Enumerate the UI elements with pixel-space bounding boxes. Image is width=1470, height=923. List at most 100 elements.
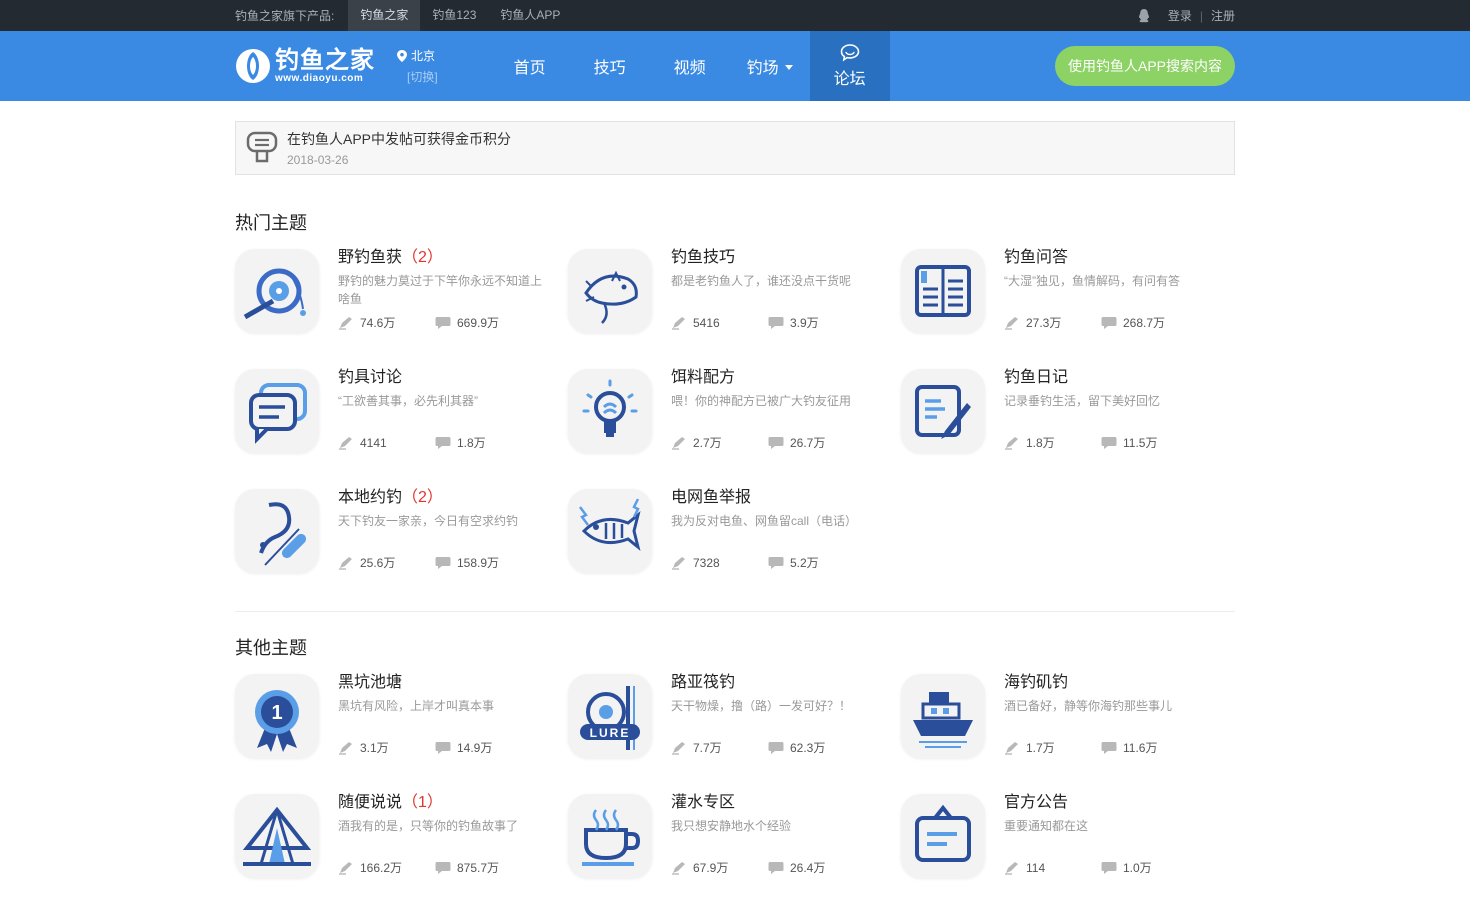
post-count-icon (1005, 861, 1018, 875)
nav-fishing-spots[interactable]: 钓场 (730, 31, 810, 101)
topic-title[interactable]: 黑坑池塘 (338, 674, 548, 692)
lightbulb-topic-icon-tile[interactable] (568, 369, 652, 453)
coffee-cup-topic-icon-tile[interactable] (568, 794, 652, 878)
site-logo[interactable]: 钓鱼之家 www.diaoyu.com (235, 48, 375, 84)
nav-video[interactable]: 视频 (650, 31, 730, 101)
topic-title[interactable]: 灌水专区 (671, 794, 881, 812)
tent-topic-icon-tile[interactable] (235, 794, 319, 878)
nav-fishing-spots-label: 钓场 (746, 60, 779, 77)
topic-title[interactable]: 钓具讨论 (338, 369, 548, 387)
ship-topic-icon-tile[interactable] (901, 674, 985, 758)
topic-title[interactable]: 随便说说（1） (338, 794, 548, 812)
topic-stats: 74.6万 669.9万 (338, 314, 548, 331)
topic-title[interactable]: 电网鱼举报 (671, 489, 881, 507)
post-count-icon (672, 436, 685, 450)
product-link-app[interactable]: 钓鱼人APP (488, 0, 572, 31)
topic-stats: 5416 3.9万 (671, 314, 881, 331)
topic-title[interactable]: 饵料配方 (671, 369, 881, 387)
medal-icon: 1 (255, 690, 299, 752)
nav-tips[interactable]: 技巧 (570, 31, 650, 101)
topic-name: 本地约钓 (338, 489, 403, 506)
topic-post-count: 1.8万 (1026, 436, 1055, 450)
fishing-reel-topic-icon-tile[interactable] (235, 249, 319, 333)
open-book-topic-icon-tile[interactable] (901, 249, 985, 333)
forum-topic-card[interactable]: LURE 路亚筏钓 天干物燥，撸（路）一发可好？！ 7.7万 62.3万 (568, 674, 901, 794)
topic-stats: 67.9万 26.4万 (671, 859, 881, 876)
login-link[interactable]: 登录 (1168, 7, 1192, 24)
app-search-button[interactable]: 使用钓鱼人APP搜索内容 (1054, 46, 1235, 86)
register-link[interactable]: 注册 (1211, 7, 1235, 24)
topic-post-count: 27.3万 (1026, 316, 1062, 330)
topic-reply-count: 3.9万 (790, 316, 819, 330)
topic-reply-count: 1.0万 (1123, 861, 1152, 875)
bass-fish-topic-icon-tile[interactable] (568, 249, 652, 333)
topic-title[interactable]: 官方公告 (1004, 794, 1214, 812)
forum-topic-card[interactable]: 钓鱼日记 记录垂钓生活，留下美好回忆 1.8万 11.5万 (901, 369, 1234, 489)
topic-title[interactable]: 海钓矶钓 (1004, 674, 1214, 692)
hook-float-topic-icon-tile[interactable] (235, 489, 319, 573)
product-link-diaoyu-home[interactable]: 钓鱼之家 (348, 0, 421, 31)
topic-stats: 25.6万 158.9万 (338, 554, 548, 571)
forum-topic-card[interactable]: 钓鱼问答 “大湿”独见，鱼情解码，有问有答 27.3万 268.7万 (901, 249, 1234, 369)
chat-bubbles-topic-icon-tile[interactable] (235, 369, 319, 453)
forum-topic-card[interactable]: 海钓矶钓 酒已备好，静等你海钓那些事儿 1.7万 11.6万 (901, 674, 1234, 794)
topic-description: 重要通知都在这 (1004, 819, 1089, 833)
forum-topic-card[interactable]: 本地约钓（2） 天下钓友一家亲，今日有空求约钓 25.6万 158.9万 (235, 489, 568, 609)
announcement-title: 在钓鱼人APP中发帖可获得金币积分 (287, 131, 512, 147)
forum-topic-card[interactable]: 野钓鱼获（2） 野钓的魅力莫过于下竿你永远不知道上啥鱼 74.6万 669.9万 (235, 249, 568, 369)
caret-down-icon (784, 64, 793, 70)
nav-forum[interactable]: 论坛 (809, 31, 890, 101)
topic-reply-count: 158.9万 (457, 556, 500, 570)
notice-board-icon (915, 804, 971, 862)
topic-title[interactable]: 钓鱼日记 (1004, 369, 1214, 387)
forum-topic-card[interactable]: 饵料配方 喂！你的神配方已被广大钓友征用 2.7万 26.7万 (568, 369, 901, 489)
forum-topic-card[interactable]: 钓鱼技巧 都是老钓鱼人了，谁还没点干货呢 5416 3.9万 (568, 249, 901, 369)
forum-topic-card[interactable]: 1 黑坑池塘 黑坑有风险，上岸才叫真本事 3.1万 14.9万 (235, 674, 568, 794)
forum-topic-card[interactable]: 钓具讨论 “工欲善其事，必先利其器” 4141 1.8万 (235, 369, 568, 489)
topic-stats: 4141 1.8万 (338, 434, 548, 451)
topic-name: 官方公告 (1004, 794, 1069, 811)
section-divider (235, 611, 1235, 612)
forum-topic-card[interactable]: 灌水专区 我只想安静地水个经验 67.9万 26.4万 (568, 794, 901, 914)
topic-name: 钓具讨论 (338, 369, 403, 386)
topic-stats: 7.7万 62.3万 (671, 739, 881, 756)
medal-topic-icon-tile[interactable]: 1 (235, 674, 319, 758)
nav-home[interactable]: 首页 (490, 31, 570, 101)
topic-description: “工欲善其事，必先利其器” (338, 394, 478, 408)
city-switch-link[interactable]: [切换] (407, 68, 438, 85)
reply-count-icon (1101, 861, 1117, 874)
product-link-diaoyu123[interactable]: 钓鱼123 (420, 0, 488, 31)
reply-count-icon (768, 741, 784, 754)
city-selector[interactable]: 北京 [切换] (397, 47, 438, 85)
lure-reel-topic-icon-tile[interactable]: LURE (568, 674, 652, 758)
topic-description: 野钓的魅力莫过于下竿你永远不知道上啥鱼 (338, 274, 543, 306)
topic-title[interactable]: 本地约钓（2） (338, 489, 548, 507)
diary-pen-topic-icon-tile[interactable] (901, 369, 985, 453)
top-separator: | (1199, 8, 1203, 23)
post-count-icon (339, 861, 352, 875)
notice-board-topic-icon-tile[interactable] (901, 794, 985, 878)
topic-title[interactable]: 钓鱼技巧 (671, 249, 881, 267)
topic-description: 黑坑有风险，上岸才叫真本事 (338, 699, 495, 713)
topic-new-count: （2） (402, 489, 443, 506)
electrocuted-fish-topic-icon-tile[interactable] (568, 489, 652, 573)
topic-name: 海钓矶钓 (1004, 674, 1069, 691)
topic-title[interactable]: 野钓鱼获（2） (338, 249, 548, 267)
topic-reply-count: 669.9万 (457, 316, 500, 330)
topic-name: 野钓鱼获 (338, 249, 403, 266)
topic-stats: 1.8万 11.5万 (1004, 434, 1214, 451)
qq-icon[interactable] (1136, 8, 1152, 24)
topic-description: 天干物燥，撸（路）一发可好？！ (671, 699, 852, 713)
reply-count-icon (435, 741, 451, 754)
reply-count-icon (435, 556, 451, 569)
topic-title[interactable]: 路亚筏钓 (671, 674, 881, 692)
topic-title[interactable]: 钓鱼问答 (1004, 249, 1214, 267)
hot-topics-title: 热门主题 (235, 213, 307, 233)
announcement-bar[interactable]: 在钓鱼人APP中发帖可获得金币积分 2018-03-26 (235, 121, 1235, 175)
logo-text-cn: 钓鱼之家 (275, 47, 375, 74)
topic-description: 我为反对电鱼、网鱼留call（电话） (671, 514, 858, 528)
forum-topic-card[interactable]: 官方公告 重要通知都在这 114 1.0万 (901, 794, 1234, 914)
topic-reply-count: 875.7万 (457, 861, 500, 875)
forum-topic-card[interactable]: 电网鱼举报 我为反对电鱼、网鱼留call（电话） 7328 5.2万 (568, 489, 901, 609)
forum-topic-card[interactable]: 随便说说（1） 酒我有的是，只等你的钓鱼故事了 166.2万 875.7万 (235, 794, 568, 914)
